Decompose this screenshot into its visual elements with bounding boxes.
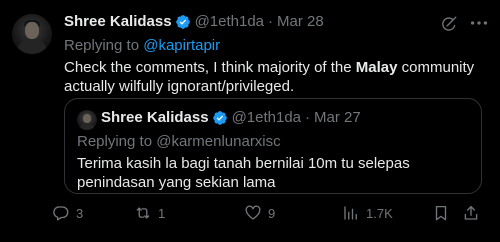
quoted-author-handle: @1eth1da [231,109,302,126]
avatar-body [18,39,46,54]
author-name[interactable]: Shree Kalidass [64,13,172,30]
quoted-tweet-text: Terima kasih la bagi tanah bernilai 10m … [77,155,410,191]
avatar-face [25,22,39,39]
avatar-body [80,123,94,130]
replying-prefix: Replying to [64,37,144,54]
separator-dot: · [268,13,274,30]
author-avatar[interactable] [12,14,52,54]
repost-button[interactable]: 1 [134,204,165,222]
tweet[interactable]: Shree Kalidass @1eth1da · Mar 28 Replyin… [0,0,500,242]
tweet-date[interactable]: Mar 28 [277,13,324,30]
bookmark-button[interactable] [432,204,450,222]
like-count: 9 [268,205,276,221]
quoted-author-name: Shree Kalidass [101,109,209,126]
avatar-face [83,114,91,123]
tweet-header: Shree Kalidass @1eth1da · Mar 28 [64,13,324,30]
share-button[interactable] [462,204,480,222]
tweet-text-part: Check the comments, I think majority of … [64,59,356,76]
share-icon [464,205,478,220]
replying-to: Replying to @kapirtapir [64,37,220,54]
separator-dot: · [305,109,311,126]
quoted-tweet-header: Shree Kalidass @1eth1da · Mar 27 [101,109,361,126]
views-button[interactable]: 1.7K [342,204,393,222]
quoted-tweet-date: Mar 27 [314,109,361,126]
verified-badge-icon[interactable] [175,14,191,30]
verified-badge-icon [212,110,227,125]
reply-button[interactable]: 3 [52,204,83,222]
tweet-actions: 3 1 9 1.7K [52,204,482,224]
tweet-text-bold: Malay [355,59,398,76]
quoted-author-avatar [77,110,97,130]
views-icon [344,206,357,220]
like-icon [245,205,261,220]
bookmark-icon [435,205,447,221]
author-handle[interactable]: @1eth1da [195,13,264,30]
replying-mention-link[interactable]: @kapirtapir [143,37,220,54]
reply-count: 3 [76,205,84,221]
views-count: 1.7K [366,205,393,221]
repost-icon [136,207,150,219]
tweet-text: Check the comments, I think majority of … [64,58,484,96]
like-button[interactable]: 9 [244,204,275,222]
repost-count: 1 [158,205,166,221]
quoted-tweet[interactable]: Shree Kalidass @1eth1da · Mar 27 Replyin… [64,98,482,194]
more-icon[interactable] [468,13,490,33]
quoted-replying-to: Replying to @karmenlunarxisc [77,133,281,150]
grok-icon[interactable] [440,15,458,33]
reply-icon [53,206,69,221]
